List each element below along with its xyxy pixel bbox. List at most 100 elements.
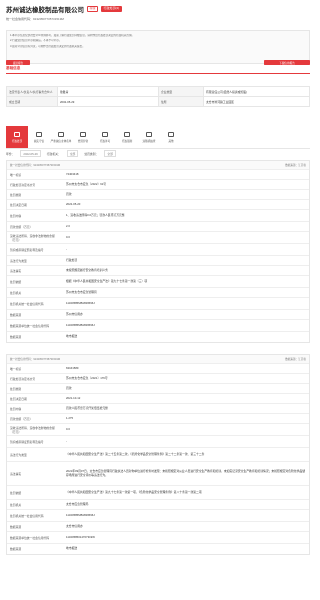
penalty-record-card: 统一社会信用代码：91320507735731519M 数据来源：江苏省 唯一标… bbox=[6, 160, 310, 343]
warning-icon bbox=[80, 131, 86, 137]
search-icon bbox=[146, 131, 152, 137]
record-value: 0.0 bbox=[66, 426, 70, 431]
credit-code-label: 统一社会信用代码： bbox=[6, 17, 34, 21]
record-key: 违法事实 bbox=[10, 471, 22, 476]
notice-line: 3.如对公示信息有异议，可向作出行政处罚决定的行政机关提出。 bbox=[10, 44, 85, 48]
tab-administrative-license[interactable]: 行政许可 bbox=[94, 126, 116, 148]
record-row: 没收违法所得、没收非法财物的金额（万元） 0.0 bbox=[7, 424, 309, 436]
tab-label: 行政许可 bbox=[99, 139, 111, 143]
record-value: - bbox=[66, 246, 67, 251]
filter-bar: 年份： 2022-05-29 行政机关： 全部 处罚类别： 全部 bbox=[6, 150, 310, 157]
basic-key: 住所 bbox=[158, 96, 204, 107]
tab-dishonest-list[interactable]: 严重失信主体名单 bbox=[50, 126, 72, 148]
record-key: 处罚内容 bbox=[10, 406, 22, 411]
gavel-icon bbox=[14, 131, 20, 137]
record-value: 根据《中华人民共和国安全生产法》第九十七条第一款第（三）项 bbox=[66, 278, 148, 283]
record-row: 暂扣或吊销证照名称及编号 - bbox=[7, 244, 309, 256]
record-key: 行政处罚决定书文号 bbox=[10, 182, 36, 187]
record-value: 2021年09月07日，太仓市应急管理局行政执法人员对你单位进行检查时发现：未按… bbox=[66, 468, 305, 477]
tab-label: 行政强制 bbox=[121, 139, 133, 143]
record-row: 处罚内容 1、没收违法所得0.0万元；罚款人民币贰万元整 bbox=[7, 210, 309, 222]
section-divider bbox=[6, 73, 310, 74]
record-key: 数据来源 bbox=[10, 547, 22, 551]
record-key: 唯一标识 bbox=[10, 172, 22, 177]
record-value: 太仓市信用办 bbox=[66, 523, 83, 528]
category-tabs: 行政处罚 诚实守信 严重失信主体名单 经营异常 行政许可 行政强制 双随机抽查 … bbox=[6, 126, 310, 149]
record-key: 没收违法所得、没收非法财物的金额（万元） bbox=[10, 425, 55, 434]
record-row: 违法事实 2021年09月07日，太仓市应急管理局行政执法人员对你单位进行检查时发… bbox=[7, 462, 309, 486]
tab-label: 严重失信主体名单 bbox=[50, 139, 72, 143]
record-value: 苏州市太仓市应急管理局 bbox=[66, 289, 97, 294]
basic-value: 太仓市浏河镇工业园区 bbox=[203, 96, 310, 107]
record-row: 行政处罚决定书文号 苏州市太仓市应急〔2021〕176号 bbox=[7, 374, 309, 384]
record-source: 数据来源：江苏省 bbox=[285, 358, 306, 361]
basic-key: 法定代表人/负责人/执行事务合伙人 bbox=[6, 86, 58, 97]
penalty-count-badge[interactable]: 行政处罚(2) bbox=[101, 5, 122, 13]
year-filter-select[interactable]: 2022-05-29 bbox=[20, 150, 41, 157]
record-value: - bbox=[66, 438, 67, 443]
record-value: 苏州市太仓市应急〔2021〕176号 bbox=[66, 375, 108, 380]
record-key: 处罚决定日期 bbox=[10, 396, 27, 401]
list-icon bbox=[58, 131, 64, 137]
record-value: 11320585MB1839596J bbox=[66, 512, 95, 517]
tab-administrative-enforcement[interactable]: 行政强制 bbox=[116, 126, 138, 148]
record-row: 数据来源 地市报送 bbox=[7, 332, 309, 342]
record-row: 违法行为类型 行政处罚 bbox=[7, 256, 309, 266]
record-row: 数据来源 地市报送 bbox=[7, 544, 309, 554]
credit-code-row: 统一社会信用代码：91320507735731519M bbox=[6, 17, 310, 21]
basic-value: 徐胜青 bbox=[57, 86, 159, 97]
status-badge: 存续 bbox=[87, 5, 99, 13]
record-key: 数据来源 bbox=[10, 335, 22, 339]
record-row: 处罚机关 苏州市太仓市应急管理局 bbox=[7, 288, 309, 298]
record-key: 违法行为类型 bbox=[10, 452, 27, 457]
basic-info-row: 成立日期 2002-05-29 住所 太仓市浏河镇工业园区 bbox=[6, 96, 310, 107]
record-value: 63161589 bbox=[66, 365, 79, 370]
record-value: 太仓市应急管理局 bbox=[66, 501, 89, 506]
tab-label: 经营异常 bbox=[77, 139, 89, 143]
record-row: 罚款金额（万元） 2.0 bbox=[7, 222, 309, 232]
tab-other[interactable]: 其他 bbox=[160, 126, 182, 148]
record-row: 违法行为类型 《中华人民共和国安全生产法》第二十五条第二款，《危险化学品安全管理条… bbox=[7, 448, 309, 462]
record-value: 罚款 bbox=[66, 385, 72, 390]
record-key: 违法事实 bbox=[10, 268, 22, 273]
record-source: 数据来源：江苏省 bbox=[285, 164, 306, 167]
record-header: 统一社会信用代码：91320507735731519M 数据来源：江苏省 bbox=[7, 355, 309, 364]
dept-filter-select[interactable]: 全部 bbox=[66, 150, 79, 157]
dept-filter-label: 行政机关： bbox=[46, 151, 61, 156]
tab-label: 双随机抽查 bbox=[142, 139, 156, 143]
record-key: 数据来源单位统一社会信用代码 bbox=[10, 323, 50, 328]
penalty-record-card: 统一社会信用代码：91320507735731519M 数据来源：江苏省 唯一标… bbox=[6, 354, 310, 555]
record-row: 数据来源单位统一社会信用代码 11320585014707319W bbox=[7, 532, 309, 544]
record-value: 《中华人民共和国安全生产法》第二十五条第二款，《危险化学品安全管理条例》第二十二… bbox=[66, 451, 205, 456]
record-credit-code: 统一社会信用代码：91320507735731519M bbox=[10, 164, 61, 167]
type-filter-select[interactable]: 全部 bbox=[104, 150, 116, 157]
lock-icon bbox=[124, 131, 130, 137]
record-value: 苏州市太仓市应急〔2022〕61号 bbox=[66, 181, 107, 186]
record-key: 处罚内容 bbox=[10, 213, 22, 218]
record-row: 数据来源 苏州市信用办 bbox=[7, 310, 309, 320]
record-key: 处罚类别 bbox=[10, 386, 22, 391]
record-row: 处罚决定日期 2021-10-12 bbox=[7, 394, 309, 404]
record-row: 处罚依据 根据《中华人民共和国安全生产法》第九十七条第一款第（三）项 bbox=[7, 276, 309, 288]
record-value: 11320585014707319W bbox=[66, 534, 95, 539]
record-key: 暂扣或吊销证照名称及编号 bbox=[10, 439, 44, 444]
record-row: 处罚依据 《中华人民共和国安全生产法》第九十七条第一款第一项，《危险化学品安全管理… bbox=[7, 486, 309, 500]
tab-honesty[interactable]: 诚实守信 bbox=[28, 126, 50, 148]
record-row: 唯一标识 74403418 bbox=[7, 170, 309, 180]
basic-value: 2002-05-29 bbox=[57, 96, 159, 107]
record-value: 未按照规定履行安全教育培训义务 bbox=[66, 267, 108, 272]
tab-random-inspection[interactable]: 双随机抽查 bbox=[138, 126, 160, 148]
tab-label: 诚实守信 bbox=[33, 139, 45, 143]
record-value: 11320585MB1839596J bbox=[66, 322, 95, 327]
record-value: 2022-05-20 bbox=[66, 201, 81, 206]
download-report-button[interactable]: 下载信用报告 bbox=[264, 60, 310, 65]
record-row: 处罚机关 太仓市应急管理局 bbox=[7, 500, 309, 510]
tab-administrative-penalty[interactable]: 行政处罚 bbox=[6, 126, 28, 148]
send-report-button[interactable]: 发送报告 bbox=[6, 60, 30, 65]
record-row: 处罚内容 罚款人民币壹万贰仟柒佰伍拾元整 bbox=[7, 404, 309, 414]
basic-value: 有限责任公司(自然人投资或控股) bbox=[203, 86, 310, 97]
more-icon bbox=[168, 131, 174, 137]
tab-abnormal-operation[interactable]: 经营异常 bbox=[72, 126, 94, 148]
basic-key: 成立日期 bbox=[6, 96, 58, 107]
record-key: 没收违法所得、没收非法财物的金额（万元） bbox=[10, 233, 55, 242]
